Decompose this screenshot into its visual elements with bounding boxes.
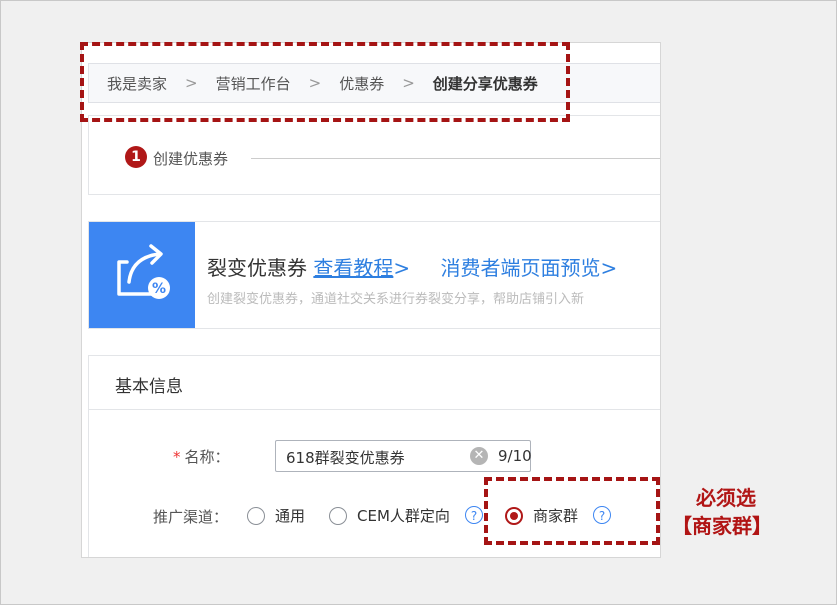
step-connector-line: [251, 158, 660, 159]
required-mark: *: [173, 448, 181, 466]
consumer-preview-link[interactable]: 消费者端页面预览: [440, 256, 600, 280]
name-label: * 名称：: [173, 448, 230, 466]
annotation-line-2: 【商家群】: [672, 514, 772, 538]
banner-title-line: 裂变优惠券 查看教程> 消费者端页面预览>: [207, 252, 617, 281]
basic-info-title: 基本信息: [115, 377, 183, 397]
step-indicator: 1 创建优惠券: [88, 115, 660, 195]
tutorial-arrow-icon[interactable]: >: [393, 256, 410, 280]
fission-coupon-banner: % 裂变优惠券 查看教程> 消费者端页面预览> 创建裂变优惠券，通道社交关系进行…: [88, 221, 660, 329]
coupon-name-input[interactable]: 618群裂变优惠券 ✕ 9/10: [275, 440, 532, 472]
merchant-group-highlight-box: [484, 477, 660, 545]
annotation-note: 必须选 【商家群】: [672, 484, 772, 540]
banner-description: 创建裂变优惠券，通道社交关系进行券裂变分享，帮助店铺引入新: [207, 292, 585, 307]
channel-option-general[interactable]: 通用: [247, 505, 305, 526]
cem-help-icon[interactable]: ?: [465, 506, 483, 524]
channel-option-cem[interactable]: CEM人群定向: [329, 505, 450, 526]
channel-label: 推广渠道：: [153, 508, 229, 526]
radio-unchecked-icon: [247, 506, 265, 525]
breadcrumb-highlight-box: [80, 42, 570, 122]
radio-unchecked-icon: [329, 506, 347, 525]
coupon-name-value: 618群裂变优惠券: [286, 449, 405, 467]
view-tutorial-link[interactable]: 查看教程: [313, 256, 393, 280]
annotation-line-1: 必须选: [696, 486, 756, 510]
clear-input-icon[interactable]: ✕: [470, 447, 488, 465]
basic-info-header: 基本信息: [89, 356, 660, 410]
banner-title: 裂变优惠券: [207, 256, 307, 280]
step-number-badge: 1: [125, 146, 147, 168]
svg-text:%: %: [152, 281, 166, 297]
step-label: 创建优惠券: [153, 150, 229, 168]
share-coupon-icon: %: [89, 222, 195, 328]
preview-arrow-icon[interactable]: >: [600, 256, 617, 280]
name-char-count: 9/10: [498, 447, 532, 465]
